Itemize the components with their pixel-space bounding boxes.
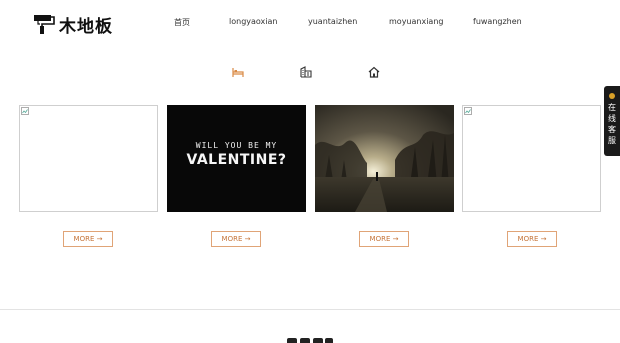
section-divider [0,309,620,310]
product-card-1[interactable] [19,105,158,212]
online-service-tab[interactable]: 在线客服 [604,86,620,156]
more-button-1[interactable]: MORE → [63,231,113,247]
nav-item-longyaoxian[interactable]: longyaoxian [229,17,277,26]
card-caption-line1: WILL YOU BE MY [195,141,278,150]
product-card-3[interactable] [315,105,454,212]
broken-image-icon [464,107,472,115]
category-buildings[interactable] [300,66,312,78]
nav-item-fuwangzhen[interactable]: fuwangzhen [473,17,522,26]
nav-item-yuantaizhen[interactable]: yuantaizhen [308,17,357,26]
card-caption-line2: VALENTINE? [186,152,287,168]
product-card-4[interactable] [462,105,601,212]
forest-photo [315,105,454,212]
house-icon [368,66,380,78]
footer-heading-glyphs [287,338,335,343]
bed-icon [232,68,244,77]
product-card-2[interactable]: WILL YOU BE MY VALENTINE? [167,105,306,212]
category-house[interactable] [368,66,380,78]
nav-item-home[interactable]: 首页 [174,17,190,28]
buildings-icon [300,66,312,78]
more-button-3[interactable]: MORE → [359,231,409,247]
more-button-2[interactable]: MORE → [211,231,261,247]
nav-item-moyuanxiang[interactable]: moyuanxiang [389,17,443,26]
category-bed[interactable] [232,66,244,78]
online-service-label: 在线客服 [608,103,616,145]
broken-image-icon [21,107,29,115]
more-button-4[interactable]: MORE → [507,231,557,247]
main-nav: 首页 longyaoxian yuantaizhen moyuanxiang f… [0,17,620,31]
service-status-icon [609,93,615,99]
